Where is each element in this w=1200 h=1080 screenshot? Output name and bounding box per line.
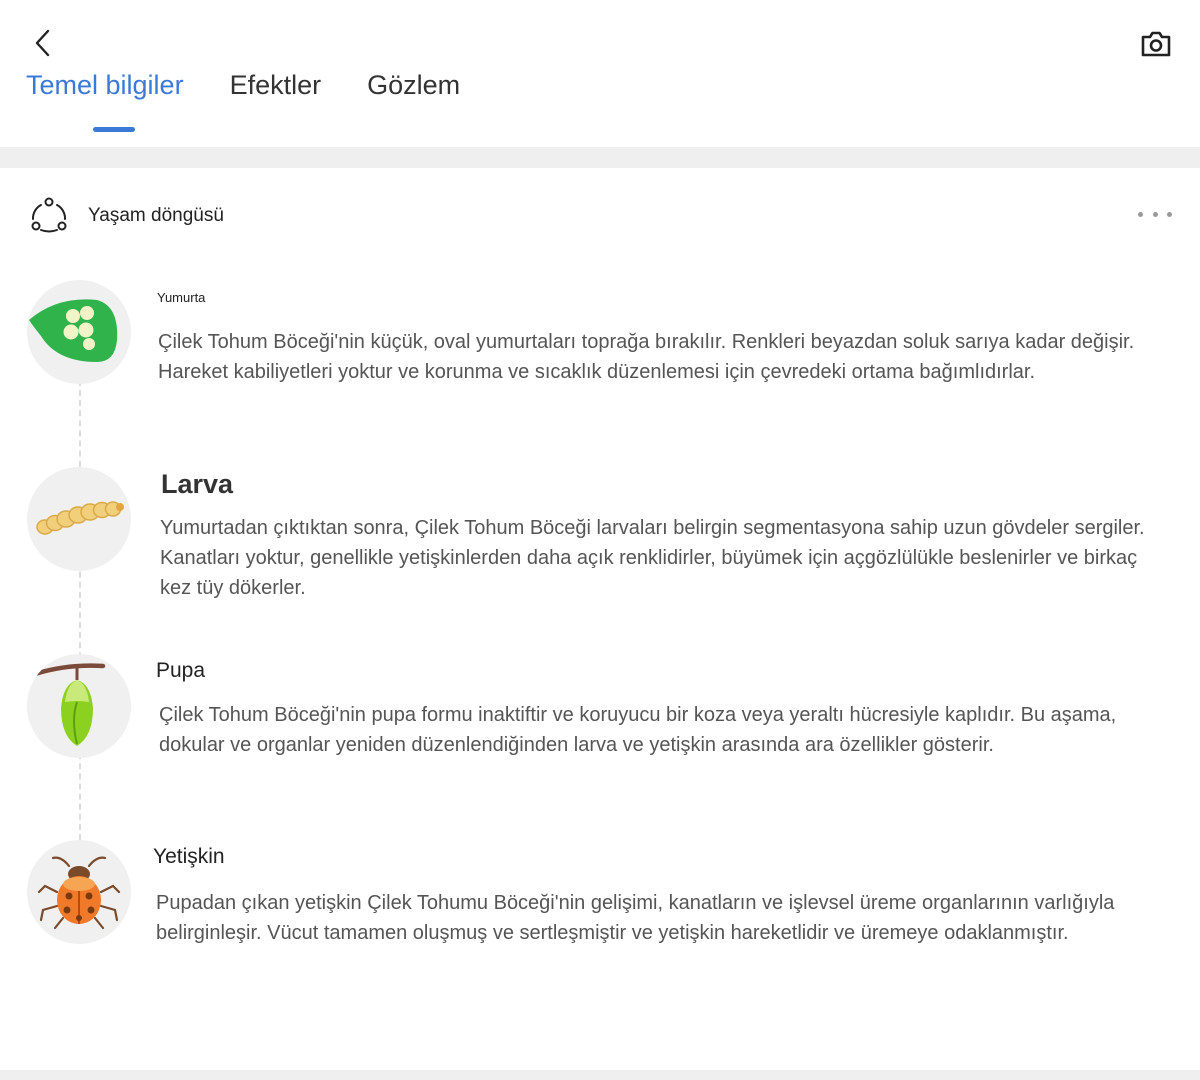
larva-icon xyxy=(36,501,124,535)
beetle-icon xyxy=(37,856,121,930)
stage-title: Yetişkin xyxy=(153,845,225,868)
back-button[interactable] xyxy=(26,26,60,60)
stage-title: Larva xyxy=(161,469,234,499)
page: Temel bilgiler Efektler Gözlem Yaşam dön… xyxy=(0,0,1200,1080)
section-title: Yaşam döngüsü xyxy=(88,205,224,226)
more-dots-icon xyxy=(1138,211,1143,217)
more-options-button[interactable] xyxy=(1138,204,1172,224)
tab-label: Temel bilgiler xyxy=(26,70,184,100)
bottom-divider xyxy=(0,1070,1200,1080)
stage-description: Pupadan çıkan yetişkin Çilek Tohumu Böce… xyxy=(156,892,1115,944)
active-tab-indicator xyxy=(93,127,135,132)
stage-icon-container xyxy=(27,840,131,944)
stage-description: Çilek Tohum Böceği'nin küçük, oval yumur… xyxy=(158,331,1135,383)
section-divider xyxy=(0,147,1200,168)
section-header: Yaşam döngüsü xyxy=(28,194,1172,238)
camera-button[interactable] xyxy=(1138,26,1174,62)
stage-icon-container xyxy=(27,280,131,384)
camera-icon xyxy=(1141,31,1171,57)
pupa-icon xyxy=(32,663,106,746)
tab-bar: Temel bilgiler Efektler Gözlem xyxy=(26,70,506,132)
tab-effects[interactable]: Efektler xyxy=(230,70,322,130)
tab-basic-info[interactable]: Temel bilgiler xyxy=(26,70,184,132)
stage-title: Yumurta xyxy=(157,290,206,305)
lifecycle-icon xyxy=(31,197,67,233)
tab-label: Gözlem xyxy=(367,70,461,100)
stage-icon-container xyxy=(27,654,131,758)
stage-title: Pupa xyxy=(156,659,206,682)
timeline-connector xyxy=(79,380,81,850)
chevron-left-icon xyxy=(35,29,50,57)
egg-leaf-icon xyxy=(29,299,118,362)
tab-observation[interactable]: Gözlem xyxy=(367,70,460,130)
stage-description: Çilek Tohum Böceği'nin pupa formu inakti… xyxy=(159,704,1117,756)
stage-icon-container xyxy=(27,467,131,571)
tab-label: Efektler xyxy=(229,70,322,100)
stage-description: Yumurtadan çıktıktan sonra, Çilek Tohum … xyxy=(160,517,1145,599)
